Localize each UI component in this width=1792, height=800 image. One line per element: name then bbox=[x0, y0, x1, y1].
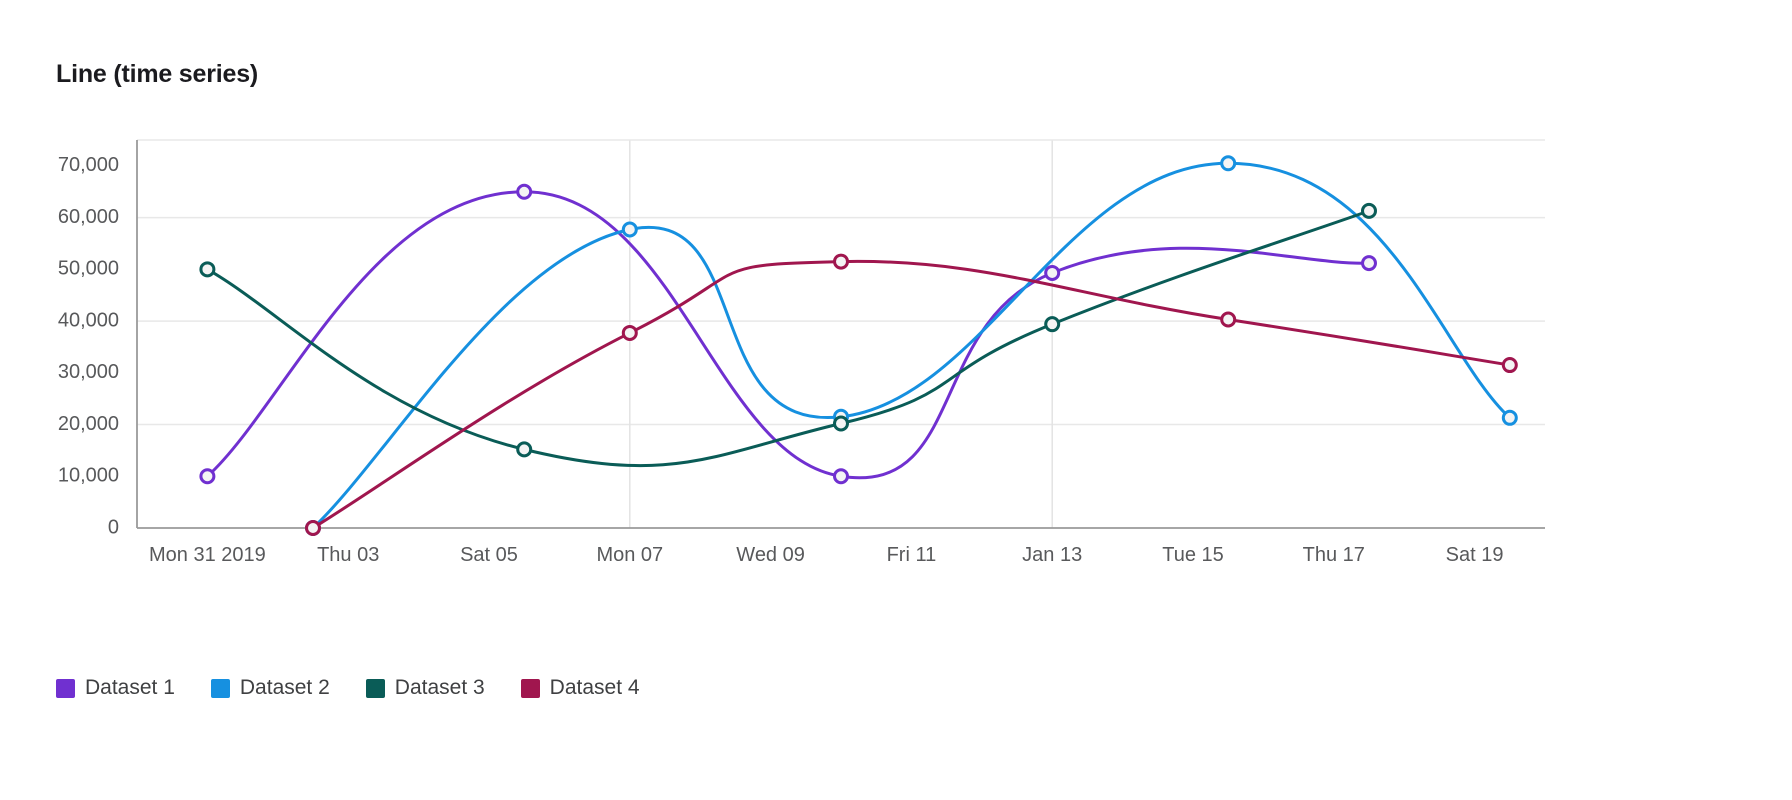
data-point-marker[interactable] bbox=[833, 253, 849, 270]
legend-color-swatch bbox=[56, 678, 75, 698]
series-group-4 bbox=[305, 253, 1518, 536]
x-axis-tick-label: Wed 09 bbox=[736, 544, 805, 566]
y-axis-tick-label: 50,000 bbox=[58, 258, 119, 280]
data-point-marker[interactable] bbox=[1361, 202, 1377, 219]
legend-item-2[interactable]: Dataset 2 bbox=[210, 676, 330, 700]
chart-legend: Dataset 1 Dataset 2 Dataset 3 Dataset 4 bbox=[56, 676, 676, 700]
series-group-2 bbox=[305, 155, 1518, 536]
series-line-1 bbox=[205, 190, 1371, 480]
series-group-3 bbox=[199, 202, 1377, 468]
legend-item-label: Dataset 3 bbox=[394, 676, 485, 699]
legend-item-4[interactable]: Dataset 4 bbox=[520, 676, 640, 700]
y-axis-tick-label: 20,000 bbox=[58, 413, 119, 435]
x-axis-tick-label: Sat 05 bbox=[460, 544, 518, 566]
legend-color-swatch bbox=[365, 678, 385, 698]
data-point-marker[interactable] bbox=[1044, 316, 1061, 333]
data-point-marker[interactable] bbox=[516, 441, 533, 458]
data-point-marker[interactable] bbox=[621, 324, 638, 341]
data-point-marker[interactable] bbox=[305, 520, 321, 536]
x-axis-tick-label: Jan 13 bbox=[1022, 544, 1082, 566]
data-point-marker[interactable] bbox=[199, 261, 216, 278]
data-point-marker[interactable] bbox=[621, 221, 638, 238]
data-point-marker[interactable] bbox=[1501, 409, 1518, 426]
data-point-marker[interactable] bbox=[516, 183, 533, 200]
data-point-marker[interactable] bbox=[1501, 357, 1518, 374]
x-axis-tick-label: Fri 11 bbox=[887, 544, 937, 566]
legend-item-label: Dataset 4 bbox=[549, 676, 640, 699]
x-axis-tick-label: Thu 17 bbox=[1303, 544, 1365, 566]
data-point-marker[interactable] bbox=[1361, 255, 1377, 272]
chart-page: Line (time series) 0 10,000 20,000 30,000 40… bbox=[0, 0, 1792, 800]
legend-item-label: Dataset 2 bbox=[239, 676, 330, 699]
x-axis-tick-label: Thu 03 bbox=[317, 544, 379, 566]
legend-color-swatch bbox=[210, 678, 230, 698]
y-axis-tick-label: 0 bbox=[108, 516, 119, 538]
data-point-marker[interactable] bbox=[833, 415, 849, 432]
x-axis-tick-label: Mon 31 2019 bbox=[149, 544, 266, 566]
x-axis-tick-label: Sat 19 bbox=[1446, 544, 1504, 566]
x-axis-tick-label: Mon 07 bbox=[596, 544, 663, 566]
data-point-marker[interactable] bbox=[833, 468, 849, 485]
legend-item-3[interactable]: Dataset 3 bbox=[365, 676, 485, 700]
legend-color-swatch bbox=[520, 678, 540, 698]
legend-item-label: Dataset 1 bbox=[85, 676, 175, 699]
y-axis-tick-label: 10,000 bbox=[58, 465, 119, 487]
data-point-marker[interactable] bbox=[199, 468, 216, 485]
series-line-4 bbox=[311, 259, 1512, 530]
legend-item-1[interactable]: Dataset 1 bbox=[56, 676, 175, 700]
y-axis-tick-label: 40,000 bbox=[58, 309, 119, 331]
data-point-marker[interactable] bbox=[1220, 155, 1237, 172]
y-axis-tick-label: 70,000 bbox=[58, 154, 119, 176]
x-axis-tick-label: Tue 15 bbox=[1162, 544, 1224, 566]
data-point-marker[interactable] bbox=[1220, 311, 1237, 328]
y-axis-tick-label: 30,000 bbox=[58, 361, 119, 383]
data-point-marker[interactable] bbox=[1044, 264, 1061, 281]
y-axis-tick-label: 60,000 bbox=[58, 206, 119, 228]
